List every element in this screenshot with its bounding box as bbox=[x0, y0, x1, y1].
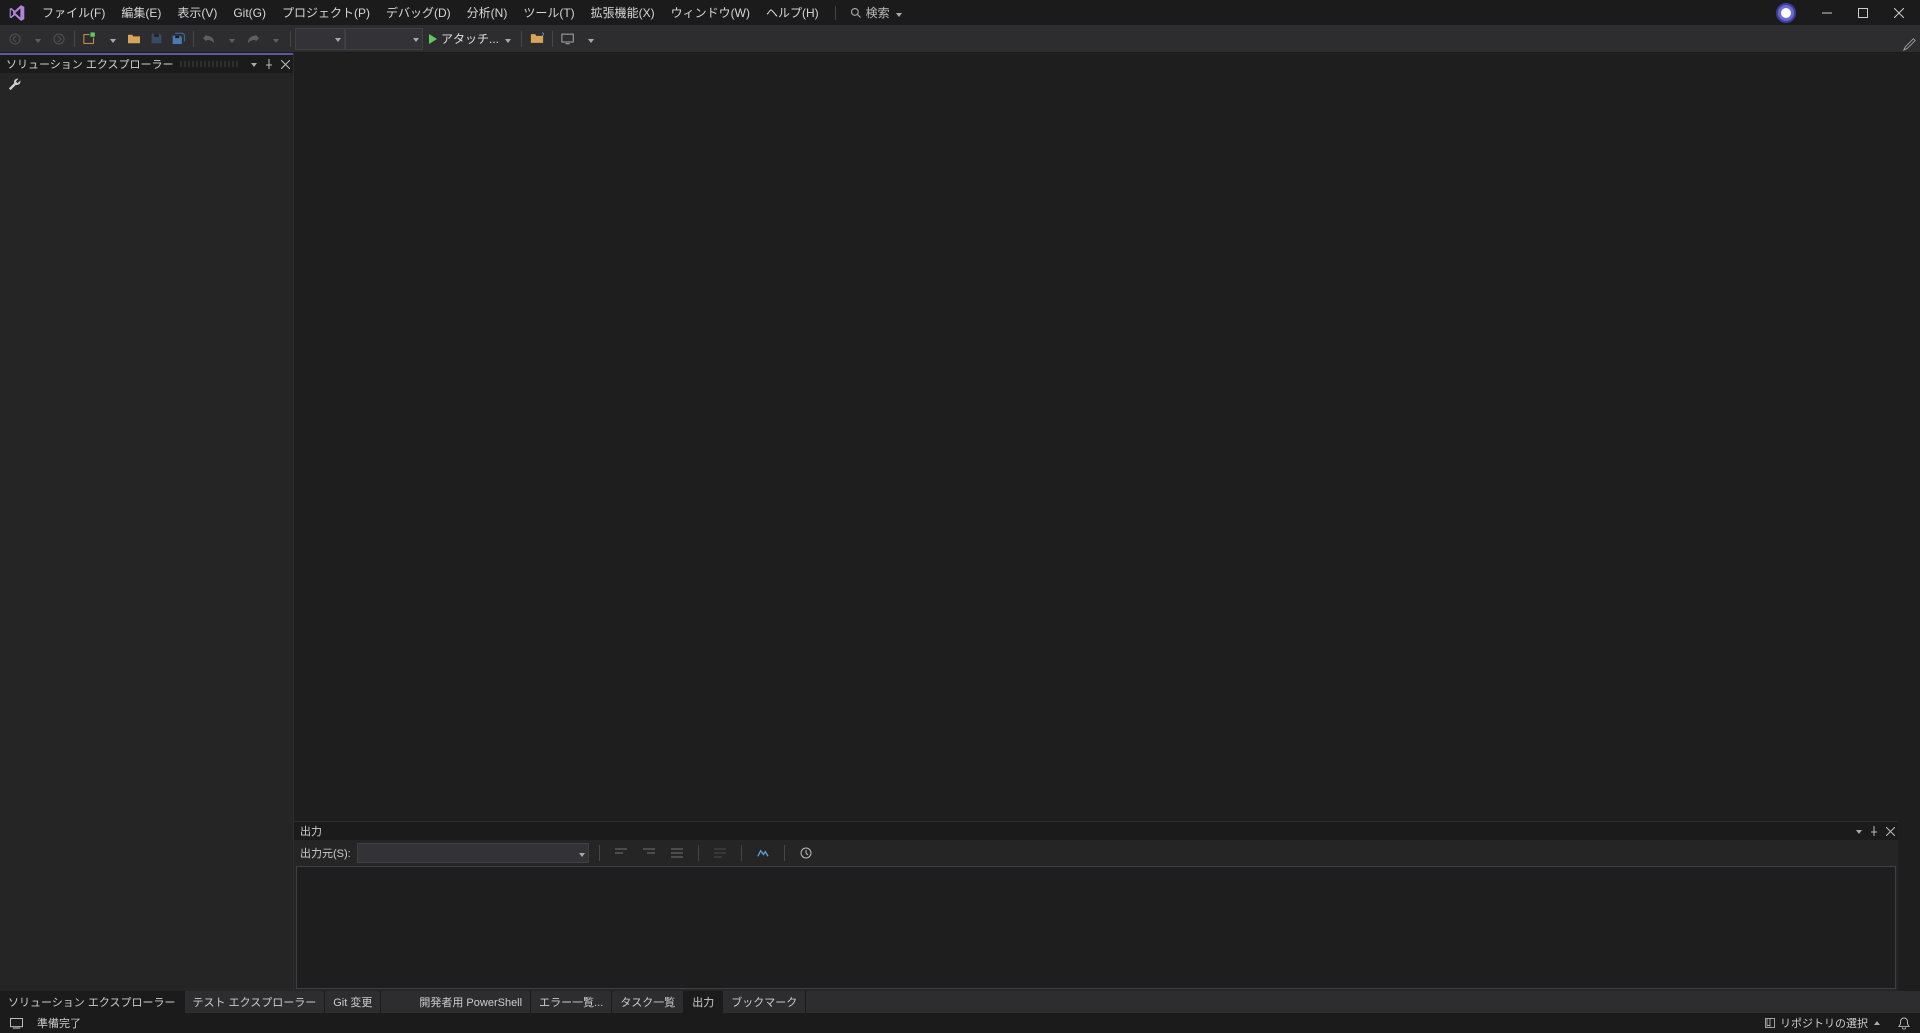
menu-edit[interactable]: 編集(E) bbox=[113, 1, 169, 24]
open-file-button[interactable] bbox=[123, 28, 145, 50]
nav-back-button[interactable] bbox=[4, 28, 26, 50]
nav-back-dropdown[interactable] bbox=[26, 28, 48, 50]
tab-output[interactable]: 出力 bbox=[684, 991, 723, 1013]
tab-git-changes[interactable]: Git 変更 bbox=[325, 991, 381, 1013]
menu-separator bbox=[835, 6, 836, 20]
live-share-button[interactable] bbox=[557, 28, 579, 50]
menu-extensions[interactable]: 拡張機能(X) bbox=[583, 1, 663, 24]
notifications-icon[interactable] bbox=[1894, 1017, 1914, 1030]
output-title-bar[interactable]: 出力 bbox=[294, 822, 1898, 840]
status-bar: 準備完了 リポジトリの選択 bbox=[0, 1013, 1920, 1033]
feedback-icon[interactable] bbox=[1898, 33, 1920, 55]
redo-dropdown[interactable] bbox=[264, 28, 286, 50]
vs-logo-icon bbox=[6, 2, 28, 24]
menu-project[interactable]: プロジェクト(P) bbox=[274, 1, 378, 24]
menu-view[interactable]: 表示(V) bbox=[169, 1, 225, 24]
output-body[interactable] bbox=[296, 866, 1896, 989]
bottom-tabs: ソリューション エクスプローラー テスト エクスプローラー Git 変更 開発者… bbox=[0, 991, 1920, 1013]
solution-explorer-toolbar bbox=[0, 73, 293, 95]
output-next-icon[interactable] bbox=[638, 842, 660, 864]
find-in-files-button[interactable] bbox=[526, 28, 548, 50]
output-toggle-icon[interactable] bbox=[752, 842, 774, 864]
repo-icon bbox=[1764, 1017, 1776, 1029]
undo-dropdown[interactable] bbox=[220, 28, 242, 50]
search-box[interactable]: 検索 bbox=[844, 2, 908, 23]
play-icon bbox=[429, 34, 437, 44]
output-prev-icon[interactable] bbox=[610, 842, 632, 864]
new-project-button[interactable] bbox=[79, 28, 101, 50]
attach-label: アタッチ... bbox=[441, 30, 499, 47]
solution-explorer-panel: ソリューション エクスプローラー bbox=[0, 53, 294, 991]
chevron-up-icon bbox=[1874, 1021, 1880, 1025]
solution-explorer-title-bar[interactable]: ソリューション エクスプローラー bbox=[0, 53, 293, 73]
output-source-combo[interactable] bbox=[357, 843, 589, 863]
close-icon[interactable] bbox=[277, 56, 293, 72]
editor-area: 出力 出力元(S): bbox=[294, 53, 1920, 991]
status-ready: 準備完了 bbox=[37, 1015, 81, 1031]
menubar: ファイル(F) 編集(E) 表示(V) Git(G) プロジェクト(P) デバッ… bbox=[0, 0, 1920, 25]
menu-git[interactable]: Git(G) bbox=[225, 3, 274, 23]
undo-button[interactable] bbox=[198, 28, 220, 50]
main-toolbar: アタッチ... bbox=[0, 25, 1920, 53]
nav-forward-button[interactable] bbox=[48, 28, 70, 50]
tab-test-explorer[interactable]: テスト エクスプローラー bbox=[185, 991, 326, 1013]
attach-debugger-button[interactable]: アタッチ... bbox=[423, 28, 517, 50]
new-project-dropdown[interactable] bbox=[101, 28, 123, 50]
solution-platform-combo[interactable] bbox=[345, 28, 423, 50]
tab-powershell[interactable]: 開発者用 PowerShell bbox=[411, 991, 531, 1013]
tab-task-list[interactable]: タスク一覧 bbox=[612, 991, 684, 1013]
pin-icon[interactable] bbox=[261, 56, 277, 72]
wrench-icon[interactable] bbox=[4, 73, 26, 95]
solution-explorer-body[interactable] bbox=[0, 95, 293, 991]
tab-bookmarks[interactable]: ブックマーク bbox=[723, 991, 806, 1013]
status-output-icon[interactable] bbox=[6, 1018, 27, 1029]
panel-options-dropdown[interactable] bbox=[1850, 823, 1866, 839]
output-clear-icon[interactable] bbox=[666, 842, 688, 864]
pin-icon[interactable] bbox=[1866, 823, 1882, 839]
search-icon bbox=[850, 7, 862, 19]
save-all-button[interactable] bbox=[167, 28, 189, 50]
menu-tools[interactable]: ツール(T) bbox=[515, 1, 582, 24]
repo-select-button[interactable]: リポジトリの選択 bbox=[1760, 1015, 1884, 1031]
close-button[interactable] bbox=[1882, 2, 1916, 24]
minimize-button[interactable] bbox=[1810, 2, 1844, 24]
menu-file[interactable]: ファイル(F) bbox=[34, 1, 113, 24]
panel-options-dropdown[interactable] bbox=[245, 56, 261, 72]
account-icon[interactable] bbox=[1776, 3, 1796, 23]
output-toolbar: 出力元(S): bbox=[294, 840, 1898, 866]
solution-explorer-title: ソリューション エクスプローラー bbox=[6, 56, 174, 72]
save-button[interactable] bbox=[145, 28, 167, 50]
solution-config-combo[interactable] bbox=[295, 28, 345, 50]
chevron-down-icon bbox=[503, 32, 511, 46]
output-wrap-icon[interactable] bbox=[709, 842, 731, 864]
tab-solution-explorer[interactable]: ソリューション エクスプローラー bbox=[0, 991, 185, 1013]
close-icon[interactable] bbox=[1882, 823, 1898, 839]
chevron-down-icon bbox=[894, 6, 902, 20]
output-title: 出力 bbox=[300, 823, 322, 839]
maximize-button[interactable] bbox=[1846, 2, 1880, 24]
tab-error-list[interactable]: エラー一覧... bbox=[531, 991, 612, 1013]
menu-debug[interactable]: デバッグ(D) bbox=[378, 1, 459, 24]
output-source-label: 出力元(S): bbox=[300, 845, 351, 861]
menu-help[interactable]: ヘルプ(H) bbox=[758, 1, 827, 24]
redo-button[interactable] bbox=[242, 28, 264, 50]
live-share-dropdown[interactable] bbox=[579, 28, 601, 50]
repo-select-label: リポジトリの選択 bbox=[1780, 1015, 1868, 1031]
menu-analyze[interactable]: 分析(N) bbox=[459, 1, 516, 24]
workspace: ソリューション エクスプローラー 出力 出力元(S): bbox=[0, 53, 1920, 991]
output-timestamp-icon[interactable] bbox=[795, 842, 817, 864]
output-panel: 出力 出力元(S): bbox=[294, 821, 1898, 991]
menu-window[interactable]: ウィンドウ(W) bbox=[663, 1, 758, 24]
search-label: 検索 bbox=[866, 4, 890, 21]
